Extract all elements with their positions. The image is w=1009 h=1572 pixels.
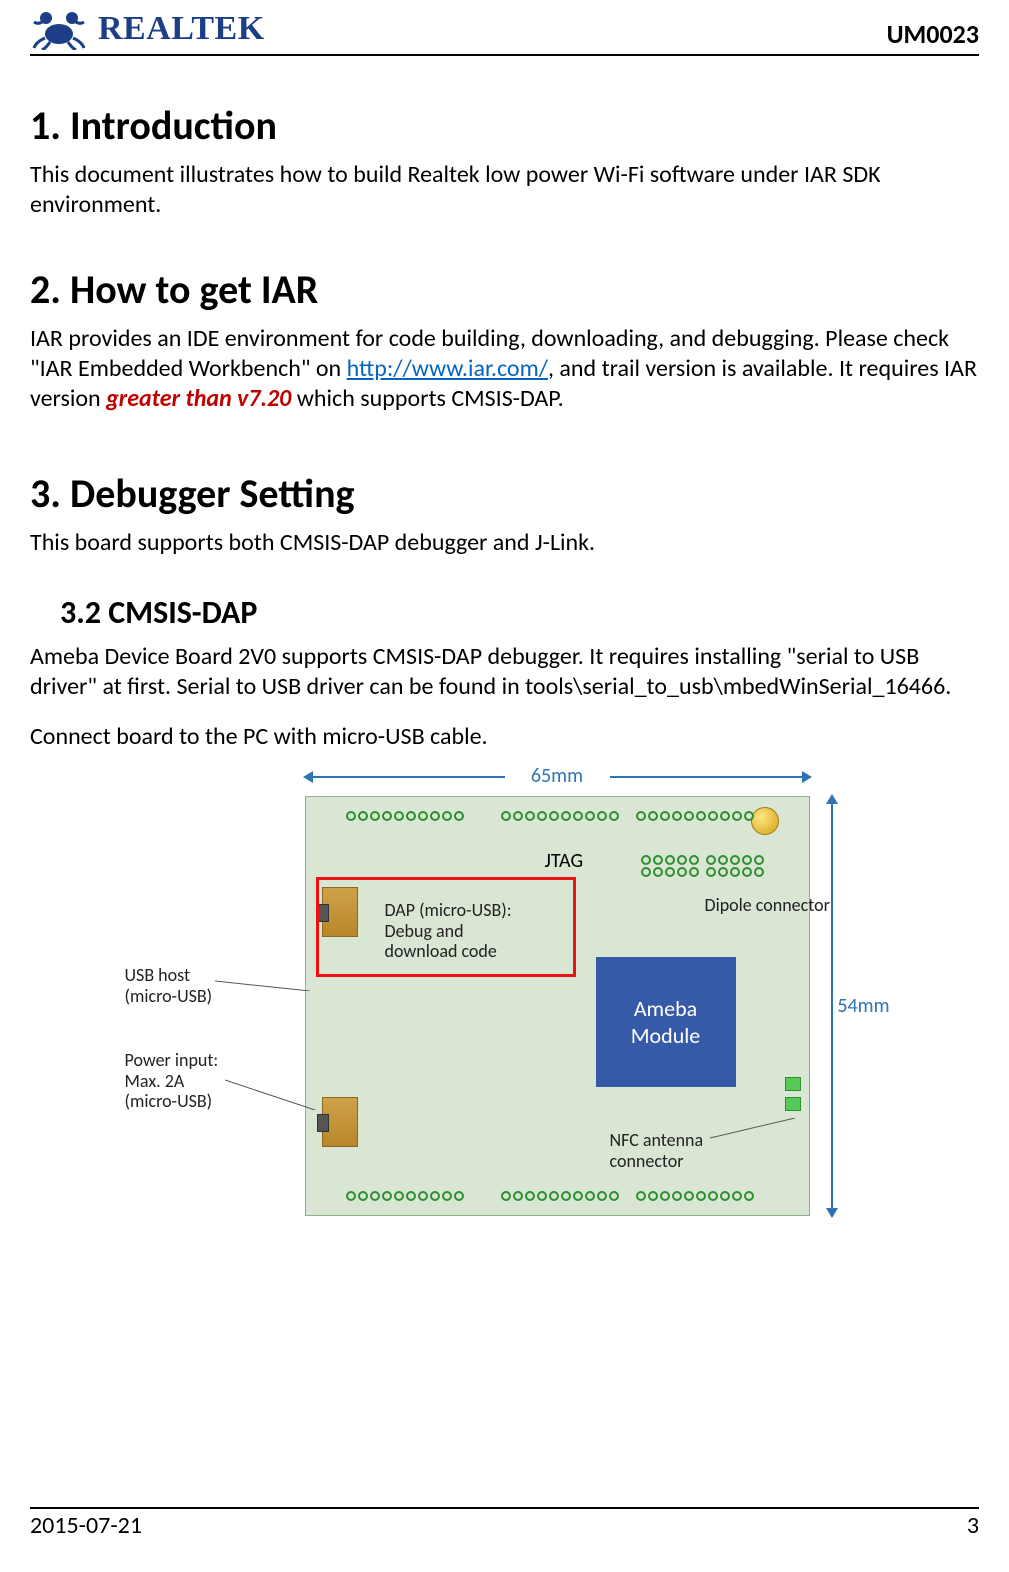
- antenna-pad-icon: [751, 807, 779, 835]
- pin-row: [346, 811, 464, 821]
- label-jtag: JTAG: [545, 850, 584, 873]
- heading-debugger-setting: 3. Debugger Setting: [30, 469, 979, 518]
- heading-how-to-get-iar: 2. How to get IAR: [30, 265, 979, 314]
- iar-link[interactable]: http://www.iar.com/: [347, 354, 548, 383]
- brand-name: REALTEK: [98, 10, 265, 48]
- section-title: Debugger Setting: [70, 469, 355, 518]
- heading-introduction: 1. Introduction: [30, 101, 979, 150]
- ameba-module-block: Ameba Module: [596, 957, 736, 1087]
- pin-row: [636, 811, 754, 821]
- page-footer: 2015-07-21 3: [30, 1507, 979, 1540]
- pin-row: [501, 811, 619, 821]
- module-label: Ameba Module: [604, 995, 728, 1049]
- text: which supports CMSIS-DAP.: [291, 384, 563, 413]
- cmsis-paragraph-1: Ameba Device Board 2V0 supports CMSIS-DA…: [30, 642, 979, 702]
- section-number: 2.: [30, 265, 61, 314]
- label-dap: DAP (micro-USB): Debug and download code: [385, 900, 545, 962]
- label-usb-host: USB host (micro-USB): [125, 965, 213, 1006]
- intro-paragraph: This document illustrates how to build R…: [30, 160, 979, 220]
- footer-page-number: 3: [967, 1511, 979, 1540]
- nfc-connector-icon: [785, 1077, 801, 1111]
- heading-cmsis-dap: 3.2 CMSIS-DAP: [60, 593, 979, 632]
- dimension-height-value: 54mm: [837, 994, 889, 1018]
- jtag-header-icon: [641, 855, 699, 877]
- subsection-title: CMSIS-DAP: [108, 593, 257, 632]
- pin-row: [501, 1191, 619, 1201]
- cmsis-paragraph-2: Connect board to the PC with micro-USB c…: [30, 722, 979, 752]
- label-nfc: NFC antenna connector: [610, 1130, 704, 1171]
- section-number: 3.: [30, 469, 61, 518]
- brand-logo: REALTEK: [30, 8, 265, 50]
- page-header: REALTEK UM0023: [30, 0, 979, 56]
- dimension-height: 54mm: [825, 796, 885, 1216]
- section-title: Introduction: [70, 101, 277, 150]
- pin-row: [636, 1191, 754, 1201]
- pin-row: [346, 1191, 464, 1201]
- iar-paragraph: IAR provides an IDE environment for code…: [30, 324, 979, 414]
- section-title: How to get IAR: [70, 265, 318, 314]
- dipole-header-icon: [706, 855, 764, 877]
- subsection-number: 3.2: [60, 593, 101, 632]
- dimension-width-value: 65mm: [531, 764, 583, 788]
- label-power-input: Power input: Max. 2A (micro-USB): [125, 1050, 219, 1112]
- label-dipole: Dipole connector: [705, 895, 830, 916]
- version-requirement: greater than v7.20: [106, 384, 291, 413]
- section-number: 1.: [30, 101, 61, 150]
- debugger-intro-paragraph: This board supports both CMSIS-DAP debug…: [30, 528, 979, 558]
- dimension-width: 65mm: [305, 764, 810, 788]
- realtek-crab-icon: [30, 8, 88, 50]
- document-id: UM0023: [887, 18, 979, 50]
- page: REALTEK UM0023 1. Introduction This docu…: [0, 0, 1009, 1572]
- board-figure: 65mm 54mm Ameba Module: [125, 760, 885, 1350]
- footer-date: 2015-07-21: [30, 1511, 142, 1540]
